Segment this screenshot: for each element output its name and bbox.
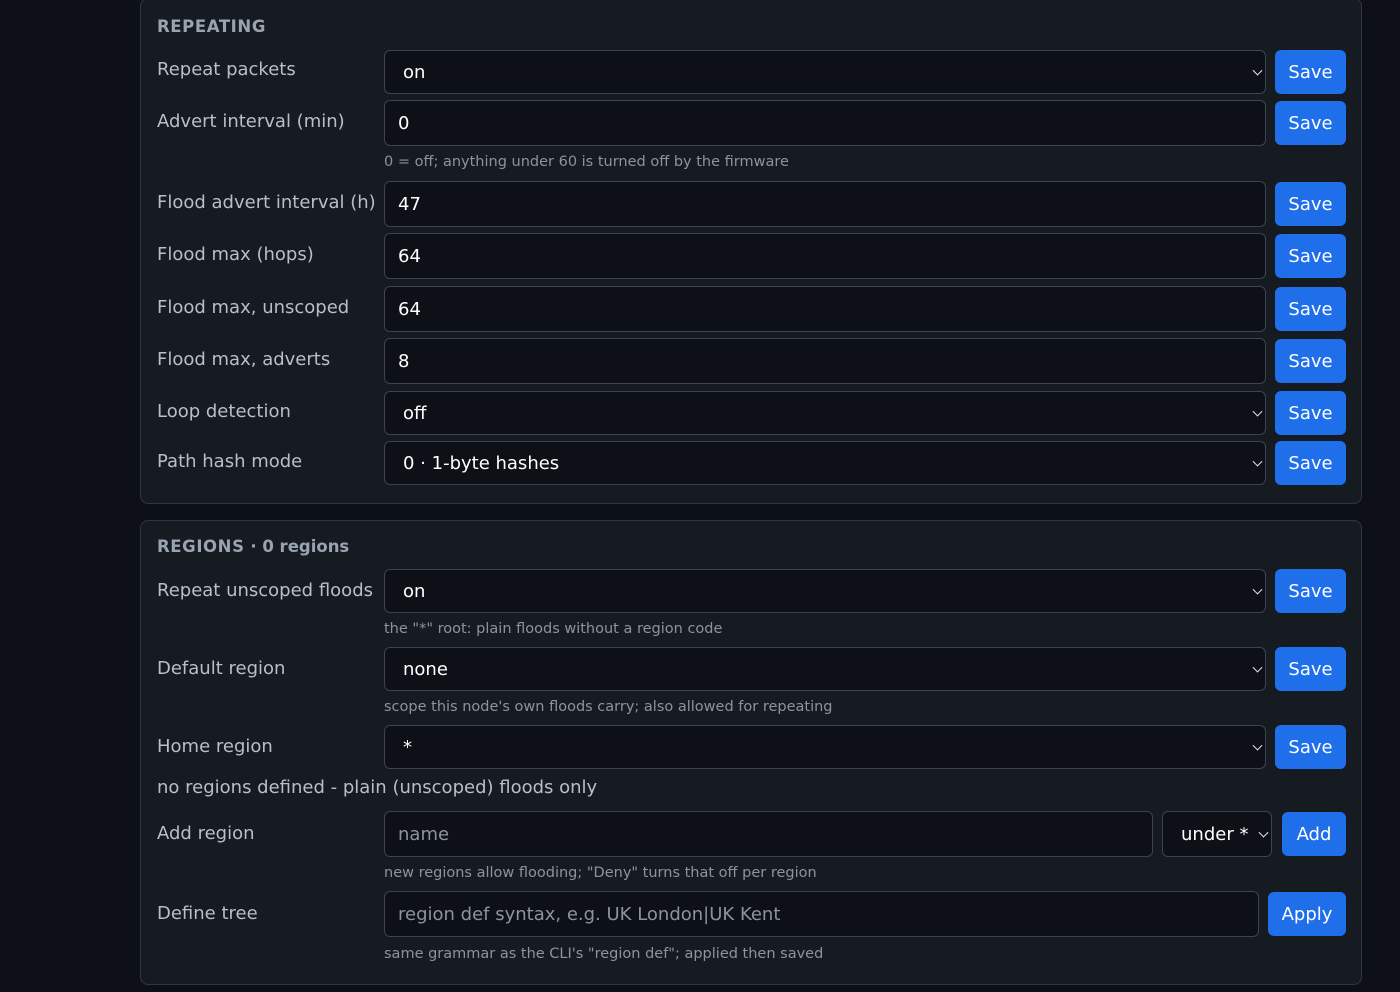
- region-parent-value: under *: [1181, 823, 1249, 845]
- regions-count: · 0 regions: [244, 537, 350, 556]
- chevron-down-icon: [1252, 65, 1263, 76]
- chevron-down-icon: [1252, 740, 1263, 751]
- save-button-flood-max-unscoped[interactable]: Save: [1275, 287, 1346, 331]
- region-def-placeholder: region def syntax, e.g. UK London|UK Ken…: [398, 903, 781, 925]
- repeat-unscoped-floods-label: Repeat unscoped floods: [157, 580, 373, 601]
- repeat-packets-value: on: [403, 61, 426, 83]
- flood-max-adverts-input[interactable]: 8: [384, 338, 1266, 384]
- flood-advert-interval-input[interactable]: 47: [384, 181, 1266, 227]
- repeat-packets-label: Repeat packets: [157, 59, 296, 80]
- save-button-loop-detection[interactable]: Save: [1275, 391, 1346, 435]
- advert-interval-value: 0: [398, 112, 410, 134]
- path-hash-mode-label: Path hash mode: [157, 451, 303, 472]
- loop-detection-select[interactable]: off: [384, 391, 1266, 435]
- flood-max-hops-value: 64: [398, 245, 421, 267]
- flood-max-hops-label: Flood max (hops): [157, 244, 314, 265]
- apply-tree-button[interactable]: Apply: [1268, 892, 1346, 936]
- flood-max-adverts-value: 8: [398, 350, 410, 372]
- chevron-down-icon: [1252, 406, 1263, 417]
- chevron-down-icon: [1258, 827, 1269, 838]
- chevron-down-icon: [1252, 584, 1263, 595]
- default-region-label: Default region: [157, 658, 286, 679]
- regions-heading: REGIONS · 0 regions: [157, 537, 349, 556]
- region-name-input[interactable]: name: [384, 811, 1153, 857]
- flood-max-unscoped-value: 64: [398, 298, 421, 320]
- no-regions-notice: no regions defined - plain (unscoped) fl…: [157, 777, 598, 798]
- flood-advert-interval-label: Flood advert interval (h): [157, 192, 376, 213]
- repeat-unscoped-floods-value: on: [403, 580, 426, 602]
- region-parent-select[interactable]: under *: [1162, 811, 1272, 857]
- save-button-home-region[interactable]: Save: [1275, 725, 1346, 769]
- path-hash-mode-select[interactable]: 0 · 1-byte hashes: [384, 441, 1266, 485]
- loop-detection-value: off: [403, 402, 427, 424]
- save-button-path-hash-mode[interactable]: Save: [1275, 441, 1346, 485]
- repeat-unscoped-floods-hint: the "*" root: plain floods without a reg…: [384, 621, 723, 637]
- add-region-hint: new regions allow flooding; "Deny" turns…: [384, 865, 817, 881]
- home-region-select[interactable]: *: [384, 725, 1266, 769]
- save-button-advert-interval[interactable]: Save: [1275, 101, 1346, 145]
- flood-max-unscoped-label: Flood max, unscoped: [157, 297, 350, 318]
- save-button-flood-max-adverts[interactable]: Save: [1275, 339, 1346, 383]
- default-region-hint: scope this node's own floods carry; also…: [384, 699, 833, 715]
- chevron-down-icon: [1252, 456, 1263, 467]
- regions-panel: REGIONS · 0 regions Repeat unscoped floo…: [140, 520, 1362, 985]
- save-button-default-region[interactable]: Save: [1275, 647, 1346, 691]
- default-region-value: none: [403, 658, 448, 680]
- advert-interval-input[interactable]: 0: [384, 100, 1266, 146]
- regions-heading-title: REGIONS: [157, 537, 245, 556]
- add-region-label: Add region: [157, 823, 255, 844]
- save-button-flood-advert-interval[interactable]: Save: [1275, 182, 1346, 226]
- flood-advert-interval-value: 47: [398, 193, 421, 215]
- save-button-repeat-unscoped-floods[interactable]: Save: [1275, 569, 1346, 613]
- home-region-label: Home region: [157, 736, 273, 757]
- add-region-button[interactable]: Add: [1282, 812, 1346, 856]
- repeating-panel: REPEATING Repeat packets on Save Advert …: [140, 0, 1362, 504]
- home-region-value: *: [403, 736, 412, 758]
- repeat-unscoped-floods-select[interactable]: on: [384, 569, 1266, 613]
- save-button-flood-max-hops[interactable]: Save: [1275, 234, 1346, 278]
- advert-interval-hint: 0 = off; anything under 60 is turned off…: [384, 154, 789, 170]
- chevron-down-icon: [1252, 662, 1263, 673]
- advert-interval-label: Advert interval (min): [157, 111, 345, 132]
- loop-detection-label: Loop detection: [157, 401, 291, 422]
- define-tree-label: Define tree: [157, 903, 258, 924]
- region-name-placeholder: name: [398, 823, 450, 845]
- region-def-input[interactable]: region def syntax, e.g. UK London|UK Ken…: [384, 891, 1259, 937]
- flood-max-hops-input[interactable]: 64: [384, 233, 1266, 279]
- flood-max-adverts-label: Flood max, adverts: [157, 349, 331, 370]
- repeat-packets-select[interactable]: on: [384, 50, 1266, 94]
- repeating-heading: REPEATING: [157, 17, 266, 36]
- flood-max-unscoped-input[interactable]: 64: [384, 286, 1266, 332]
- define-tree-hint: same grammar as the CLI's "region def"; …: [384, 946, 824, 962]
- save-button-repeat-packets[interactable]: Save: [1275, 50, 1346, 94]
- default-region-select[interactable]: none: [384, 647, 1266, 691]
- path-hash-mode-value: 0 · 1-byte hashes: [403, 452, 560, 474]
